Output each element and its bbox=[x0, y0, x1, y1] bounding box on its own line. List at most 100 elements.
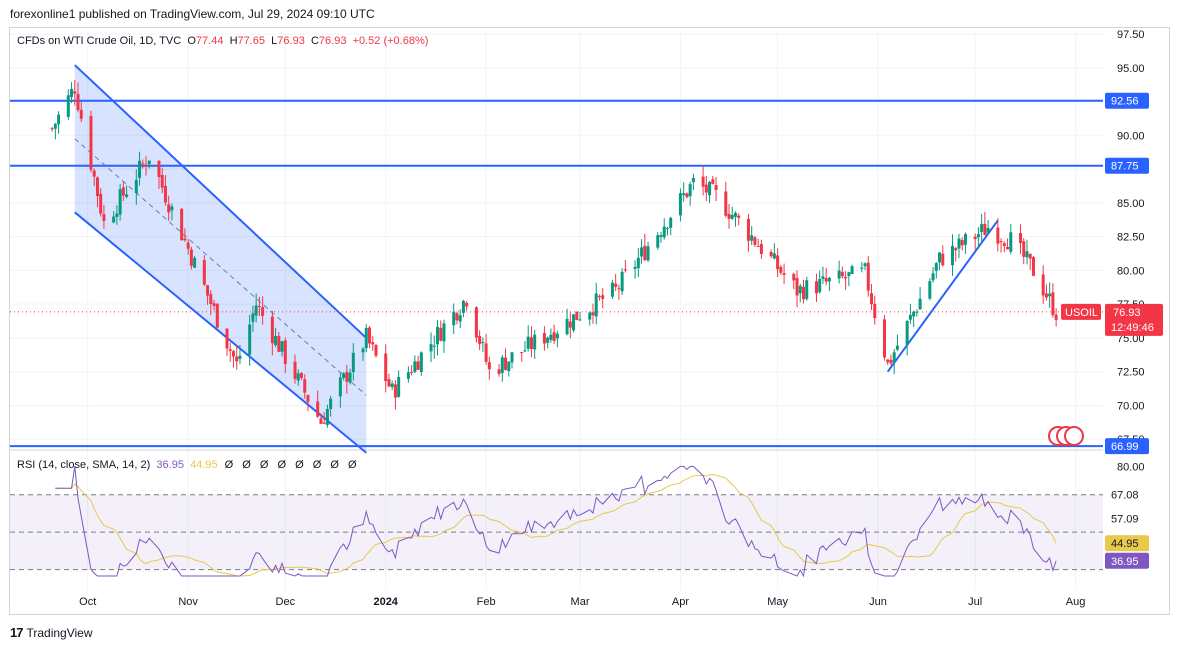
candle-body bbox=[601, 295, 605, 299]
price-tick-label: 82.50 bbox=[1117, 232, 1145, 244]
candle-body bbox=[568, 321, 572, 328]
candle-body bbox=[882, 319, 886, 358]
candle-body bbox=[325, 408, 329, 425]
candle-body bbox=[960, 240, 964, 246]
candle-body bbox=[905, 320, 909, 345]
candle-body bbox=[633, 266, 637, 269]
candle-body bbox=[458, 315, 462, 322]
candle-body bbox=[578, 319, 582, 321]
candle-body bbox=[636, 257, 640, 269]
candle-body bbox=[439, 327, 443, 341]
candle-body bbox=[973, 236, 977, 240]
uptrend-line bbox=[886, 219, 999, 373]
candle-body bbox=[549, 334, 553, 340]
candle-body bbox=[209, 294, 213, 304]
candle-body bbox=[99, 193, 103, 214]
legend-open: 77.44 bbox=[195, 35, 224, 47]
time-tick-label: Aug bbox=[1066, 596, 1086, 608]
candle-body bbox=[983, 223, 987, 236]
price-tick-label: 72.50 bbox=[1117, 367, 1145, 379]
price-tick-label: 80.00 bbox=[1117, 265, 1145, 277]
candle-body bbox=[1006, 246, 1010, 250]
candle-body bbox=[1028, 253, 1032, 259]
time-tick-label: Dec bbox=[276, 596, 296, 608]
candle-body bbox=[617, 288, 621, 290]
candle-body bbox=[70, 88, 74, 98]
candle-body bbox=[76, 93, 80, 111]
rsi-current-value: 36.95 bbox=[1111, 556, 1139, 568]
candle-body bbox=[497, 369, 501, 374]
candle-body bbox=[416, 361, 420, 370]
candle-body bbox=[863, 263, 867, 267]
candle-body bbox=[746, 218, 750, 241]
candle-body bbox=[387, 379, 391, 387]
candle-body bbox=[776, 255, 780, 270]
candle-body bbox=[53, 123, 57, 129]
candle-body bbox=[555, 333, 559, 339]
candle-body bbox=[144, 164, 148, 167]
visibility-icons[interactable]: Ø Ø Ø Ø Ø Ø Ø Ø bbox=[225, 459, 360, 471]
candle-body bbox=[283, 340, 287, 364]
candle-body bbox=[656, 235, 660, 248]
candle-body bbox=[274, 335, 278, 346]
candle-body bbox=[212, 303, 216, 306]
candle-body bbox=[1041, 274, 1045, 296]
candle-body bbox=[1025, 251, 1029, 258]
candle-body bbox=[685, 193, 689, 198]
candle-body bbox=[89, 116, 93, 170]
symbol-label: USOIL bbox=[1065, 307, 1098, 319]
last-price-label: 76.93 bbox=[1113, 307, 1141, 319]
candle-body bbox=[980, 223, 984, 233]
candle-body bbox=[727, 213, 731, 219]
candle-body bbox=[782, 273, 786, 275]
candle-body bbox=[701, 176, 705, 187]
candle-body bbox=[802, 286, 806, 300]
rsi-level-label: 57.09 bbox=[1111, 514, 1139, 526]
footer-brand[interactable]: 17 TradingView bbox=[10, 625, 93, 640]
candle-body bbox=[465, 302, 469, 307]
legend-high-label: H bbox=[229, 35, 238, 47]
candle-body bbox=[419, 352, 423, 373]
candle-body bbox=[976, 234, 980, 238]
candle-body bbox=[669, 217, 673, 228]
candle-body bbox=[805, 280, 809, 299]
candle-body bbox=[814, 281, 818, 294]
candle-body bbox=[455, 313, 459, 321]
rsi-sma-label: 44.95 bbox=[190, 459, 218, 471]
candle-body bbox=[257, 306, 261, 308]
candle-body bbox=[643, 245, 647, 261]
candle-body bbox=[1051, 292, 1055, 316]
candle-body bbox=[588, 312, 592, 320]
candle-body bbox=[348, 372, 352, 383]
candle-body bbox=[316, 401, 320, 417]
candle-body bbox=[393, 384, 397, 398]
candle-body bbox=[1044, 293, 1048, 298]
candle-body bbox=[892, 352, 896, 363]
candle-body bbox=[306, 395, 310, 402]
candle-body bbox=[461, 300, 465, 313]
candle-body bbox=[756, 246, 760, 248]
candle-body bbox=[918, 298, 922, 310]
candle-body bbox=[724, 191, 728, 216]
candle-body bbox=[121, 187, 125, 196]
price-tick-label: 85.00 bbox=[1117, 198, 1145, 210]
candle-body bbox=[708, 181, 712, 196]
candle-body bbox=[733, 212, 737, 217]
legend-symbol: CFDs on WTI Crude Oil, 1D, TVC bbox=[17, 35, 182, 47]
price-tick-label: 90.00 bbox=[1117, 130, 1145, 142]
candle-body bbox=[895, 345, 899, 350]
candle-body bbox=[510, 352, 514, 363]
time-tick-label: Mar bbox=[571, 596, 590, 608]
candle-body bbox=[591, 312, 595, 316]
rsi-value-label: 36.95 bbox=[156, 459, 184, 471]
chart-canvas[interactable]: 97.5095.0092.5090.0087.5085.0082.5080.00… bbox=[0, 0, 1177, 650]
candle-body bbox=[500, 357, 504, 373]
candle-body bbox=[688, 184, 692, 197]
candle-body bbox=[170, 206, 174, 211]
candle-body bbox=[996, 227, 1000, 244]
candle-body bbox=[371, 342, 375, 345]
candle-body bbox=[870, 293, 874, 305]
candle-body bbox=[345, 372, 349, 382]
candle-body bbox=[1031, 257, 1035, 276]
candle-body bbox=[844, 276, 848, 279]
